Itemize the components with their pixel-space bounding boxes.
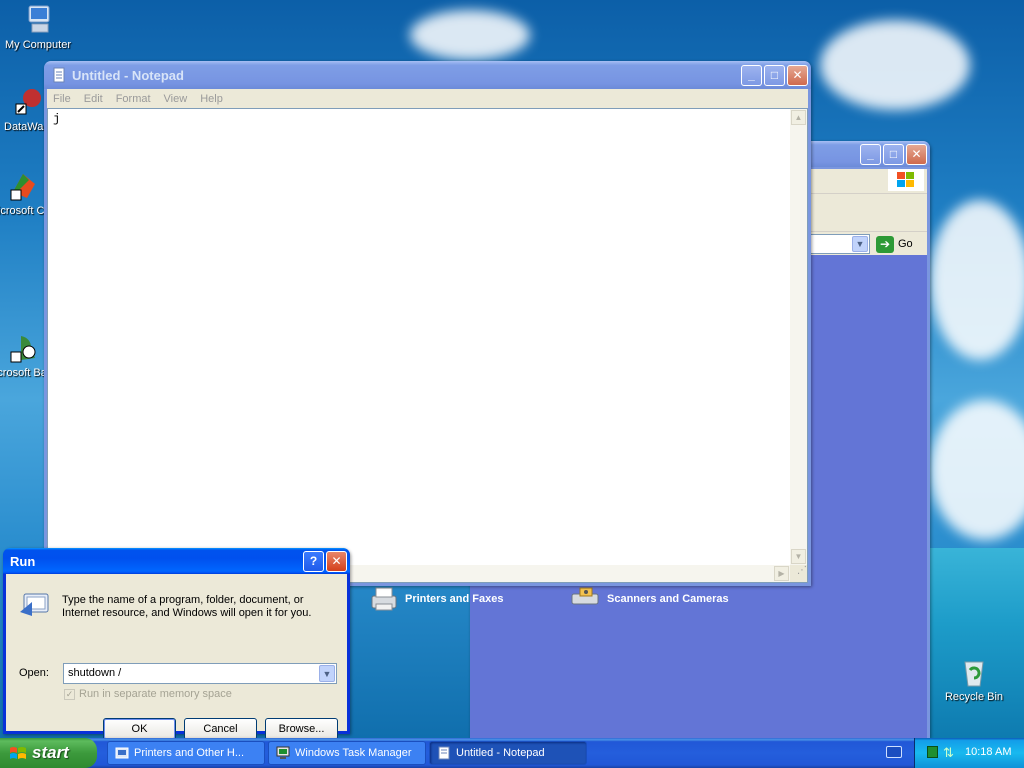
task-label: Untitled - Notepad [456, 747, 545, 759]
taskbar: start Printers and Other H... Windows Ta… [0, 738, 1024, 768]
category-label: Scanners and Cameras [607, 593, 729, 605]
windows-flag-icon [9, 745, 27, 766]
menu-view[interactable]: View [164, 93, 188, 105]
go-arrow-icon: ➔ [876, 235, 894, 253]
category-label: Printers and Faxes [405, 593, 504, 605]
printer-icon [368, 586, 400, 612]
separate-memory-checkbox[interactable]: ✓ Run in separate memory space [64, 688, 232, 700]
address-dropdown-button[interactable]: ▼ [852, 236, 868, 252]
task-printers[interactable]: Printers and Other H... [107, 741, 265, 765]
computer-icon [22, 4, 54, 36]
open-label: Open: [19, 667, 49, 679]
maximize-button[interactable]: □ [883, 143, 904, 165]
cloud [930, 400, 1024, 540]
category-scanners-and-cameras[interactable]: Scanners and Cameras [570, 586, 729, 612]
start-button[interactable]: start [0, 738, 97, 768]
go-button[interactable]: ➔ Go [876, 235, 913, 253]
scroll-right-button[interactable]: ▶ [774, 566, 789, 581]
keyboard-icon[interactable] [886, 746, 902, 758]
menu-format[interactable]: Format [116, 93, 151, 105]
cancel-button[interactable]: Cancel [184, 718, 257, 740]
dialog-title: Run [10, 553, 36, 569]
task-task-manager[interactable]: Windows Task Manager [268, 741, 426, 765]
run-dialog[interactable]: Run ? ✕ Type the name of a program, fold… [3, 548, 350, 740]
ok-button[interactable]: OK [103, 718, 176, 740]
visual-basic-icon [7, 332, 39, 364]
scanner-icon [570, 586, 602, 612]
scroll-up-button[interactable]: ▲ [791, 110, 806, 125]
recycle-bin-icon [958, 656, 990, 688]
go-label: Go [898, 238, 913, 250]
resize-grip-icon[interactable]: ⋰ [790, 565, 807, 582]
notepad-text-area[interactable]: j ▲ ▼ ▶ ⋰ [47, 108, 808, 583]
menu-file[interactable]: File [53, 93, 71, 105]
run-titlebar[interactable]: Run ? ✕ [3, 548, 350, 574]
cloud [930, 200, 1024, 360]
datawarehouse-icon [12, 86, 44, 118]
close-button[interactable]: ✕ [326, 550, 347, 572]
folder-icon [115, 746, 129, 760]
cloud [410, 10, 530, 60]
vertical-scrollbar[interactable]: ▲ ▼ [790, 109, 807, 582]
scroll-down-button[interactable]: ▼ [791, 549, 806, 564]
menu-help[interactable]: Help [200, 93, 223, 105]
checkbox-icon: ✓ [64, 688, 75, 700]
start-label: start [32, 743, 69, 762]
open-combobox[interactable]: shutdown / ▼ [63, 663, 337, 684]
run-description: Type the name of a program, folder, docu… [62, 594, 312, 619]
help-button[interactable]: ? [303, 550, 324, 572]
category-printers-and-faxes[interactable]: Printers and Faxes [368, 586, 503, 612]
system-tray: ⇅ 10:18 AM [914, 738, 1024, 768]
open-input[interactable]: shutdown / [68, 667, 121, 679]
tray-app-icon[interactable] [927, 746, 938, 758]
close-button[interactable]: ✕ [906, 143, 927, 165]
network-icon[interactable]: ⇅ [943, 745, 954, 761]
run-body: Type the name of a program, folder, docu… [6, 574, 347, 740]
task-label: Windows Task Manager [295, 747, 412, 759]
desktop-icon-recycle-bin[interactable]: Recycle Bin [936, 656, 1012, 704]
desktop-icon-label: My Computer [4, 39, 72, 51]
notepad-content: j [53, 112, 61, 126]
windows-logo-icon [888, 169, 924, 191]
notepad-icon [437, 746, 451, 760]
chevron-down-icon[interactable]: ▼ [319, 665, 335, 682]
close-button[interactable]: ✕ [787, 64, 808, 86]
desktop-icon-my-computer[interactable]: My Computer [0, 4, 76, 52]
task-label: Printers and Other H... [134, 747, 245, 759]
window-title: Untitled - Notepad [72, 67, 184, 83]
menu-edit[interactable]: Edit [84, 93, 103, 105]
browse-button[interactable]: Browse... [265, 718, 338, 740]
task-notepad[interactable]: Untitled - Notepad [429, 741, 587, 765]
run-icon [18, 590, 52, 618]
sea [930, 548, 1024, 738]
visual-cpp-icon [7, 170, 39, 202]
minimize-button[interactable]: _ [860, 143, 881, 165]
menubar: File Edit Format View Help [47, 89, 808, 108]
notepad-window[interactable]: Untitled - Notepad _ □ ✕ File Edit Forma… [44, 61, 811, 586]
notepad-icon [51, 67, 67, 83]
checkbox-label: Run in separate memory space [79, 688, 232, 700]
notepad-titlebar[interactable]: Untitled - Notepad _ □ ✕ [44, 61, 811, 89]
clock[interactable]: 10:18 AM [965, 746, 1011, 758]
cloud [820, 20, 970, 110]
desktop-icon-label: Recycle Bin [944, 691, 1004, 703]
maximize-button[interactable]: □ [764, 64, 785, 86]
minimize-button[interactable]: _ [741, 64, 762, 86]
task-manager-icon [276, 746, 290, 760]
